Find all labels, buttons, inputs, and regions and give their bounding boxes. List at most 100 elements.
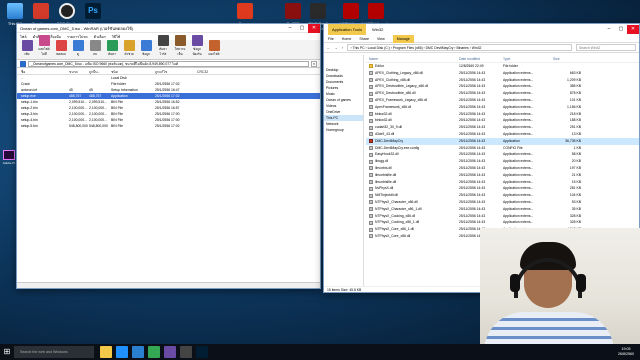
file-date: 25/11/2556 14:43 xyxy=(459,220,486,225)
file-row[interactable]: Editor 12/8/2560 22:49 File folder xyxy=(366,63,639,70)
file-icon xyxy=(369,98,373,103)
file-row[interactable]: binkw32.dll 25/11/2556 14:43 Application e… xyxy=(366,117,639,124)
nav-item[interactable]: Homegroup xyxy=(324,127,363,133)
column-header[interactable]: Date modified xyxy=(459,55,503,63)
ribbon-tab[interactable]: Share xyxy=(359,37,369,41)
file-row[interactable]: NMTinjectdll.dll 25/11/2556 14:43 Applicat… xyxy=(366,192,639,199)
maximize-icon[interactable]: ▢ xyxy=(615,25,627,34)
menu-item[interactable]: รายการโปรด xyxy=(67,34,88,40)
edge-icon[interactable] xyxy=(116,346,128,358)
taskbar-search[interactable]: Search the web and Windows xyxy=(14,346,94,358)
back-arrow-icon[interactable]: ← xyxy=(327,46,330,50)
file-row[interactable]: NTPhysX_Cooking_x86_1.dll 25/11/2556 14:4… xyxy=(366,219,639,226)
file-date: 25/11/2556 14:43 xyxy=(459,91,486,96)
tab-application-tools[interactable]: Application Tools xyxy=(328,24,366,35)
file-row[interactable]: NvPhysX.dll 25/11/2556 14:43 Application e… xyxy=(366,185,639,192)
column-header[interactable]: ชนิด xyxy=(111,69,155,74)
file-row[interactable]: libvorbis.dll 25/11/2556 14:43 Application… xyxy=(366,165,639,172)
column-header[interactable]: Size xyxy=(553,55,583,63)
column-header[interactable]: ถูกแก้ไข xyxy=(155,69,197,74)
up-arrow-icon[interactable]: ↑ xyxy=(342,46,344,50)
file-row[interactable]: APEX_Clothing_x86.dll 25/11/2556 14:43 App… xyxy=(366,77,639,84)
chrome-icon[interactable] xyxy=(148,346,160,358)
file-row[interactable]: libvorbisfile.dll 25/11/2556 14:43 Applica… xyxy=(366,179,639,186)
winrar-path[interactable]: _Oceanofgames.com_DMC_5.iso - แฟ้ม ISO 9… xyxy=(28,60,309,67)
column-header[interactable]: Type xyxy=(503,55,553,63)
toolbar-button[interactable]: ค้นหา xyxy=(105,40,119,57)
toolbar-icon xyxy=(157,35,169,46)
windows-start-icon[interactable]: ⊞ xyxy=(0,344,14,360)
file-type: Application extens... xyxy=(503,131,534,136)
close-icon[interactable]: ✕ xyxy=(627,25,639,34)
column-header[interactable]: ชื่อ xyxy=(21,69,69,74)
toolbar-button[interactable]: ตัวช่วย xyxy=(122,40,136,57)
taskbar-clock[interactable]: 19:05 26/8/2560 xyxy=(618,347,640,357)
obs-icon[interactable] xyxy=(180,346,192,358)
file-row[interactable]: cudart32_30_9.dll 25/11/2556 14:43 Applica… xyxy=(366,124,639,131)
close-icon[interactable]: ✕ xyxy=(308,24,320,33)
forward-arrow-icon[interactable]: → xyxy=(334,46,337,50)
toolbar-button[interactable]: ข้อมูลป้องกัน xyxy=(190,35,204,57)
maximize-icon[interactable]: ▢ xyxy=(296,24,308,33)
toolbar-button[interactable]: ข้อมูล xyxy=(139,40,153,57)
ribbon-tab[interactable]: Home xyxy=(342,37,352,41)
explorer-titlebar[interactable]: Application Tools Win32 – ▢ ✕ xyxy=(324,24,639,35)
file-name: NTPhysX_Cooking_x86_1.dll xyxy=(375,220,420,225)
up-folder-icon[interactable] xyxy=(20,60,26,67)
winrar-icon[interactable] xyxy=(164,346,176,358)
file-date: 25/11/2556 14:43 xyxy=(459,131,486,136)
file-row[interactable]: EasyHook32.dll 25/11/2556 14:43 Applicatio… xyxy=(366,151,639,158)
toolbar-button[interactable]: ทดสอบ xyxy=(54,40,68,57)
file-name: NMTinjectdll.dll xyxy=(375,193,398,198)
ribbon-tab[interactable]: Manage xyxy=(392,34,414,43)
file-row[interactable]: APEX_Destructible_x86.dll 25/11/2556 14:4… xyxy=(366,90,639,97)
menu-item[interactable]: ไฟล์ xyxy=(20,34,27,40)
file-name: APEX_Clothing_Legacy_x86.dll xyxy=(375,70,423,75)
ribbon-tab[interactable]: File xyxy=(328,37,334,41)
file-name: NvPhysX.dll xyxy=(375,186,394,191)
file-row[interactable]: ApexFramework_x86.dll 25/11/2556 14:43 App… xyxy=(366,104,639,111)
winrar-titlebar[interactable]: Ocean of games.com_DMC_5.iso - WinRAR (เ… xyxy=(17,24,320,33)
file-row[interactable]: libogg.dll 25/11/2556 14:43 Application ex… xyxy=(366,158,639,165)
file-row[interactable]: libvorbisfile.dll 25/11/2556 14:43 Applica… xyxy=(366,172,639,179)
toolbar-button[interactable]: ค้นหาไวรัส xyxy=(156,35,170,57)
toolbar-button[interactable]: ลบ xyxy=(88,40,102,57)
search-input[interactable]: Search Win32 xyxy=(576,44,636,51)
file-row[interactable]: NTPhysX_Character_x86_1.dll 25/11/2556 14… xyxy=(366,206,639,213)
menu-item[interactable]: ตัวเลือก xyxy=(94,34,106,40)
toolbar-button[interactable]: แตกไฟล์ไปที่ xyxy=(37,35,51,57)
file-explorer-icon[interactable] xyxy=(100,346,112,358)
file-row[interactable]: NTPhysX_Cooking_x86.dll 25/11/2556 14:43 A… xyxy=(366,213,639,220)
column-header[interactable]: ถูกบีบ... xyxy=(89,69,111,74)
file-icon xyxy=(369,71,373,76)
toolbar-button[interactable]: แยกไฟล์ xyxy=(207,40,221,57)
column-header[interactable]: Name xyxy=(369,55,459,63)
file-row[interactable]: NTPhysX_Character_x86.dll 25/11/2556 14:4… xyxy=(366,199,639,206)
file-row[interactable]: DMC-DevilMayCry.exe.config 25/11/2556 14:… xyxy=(366,145,639,152)
column-header[interactable]: ขนาด xyxy=(69,69,89,74)
file-row[interactable]: APEX_Framework_Legacy_x86.dll 25/11/2556 … xyxy=(366,97,639,104)
minimize-icon[interactable]: – xyxy=(284,24,296,33)
store-icon[interactable] xyxy=(132,346,144,358)
file-row[interactable]: DMC-DevilMayCry 25/11/2556 14:43 Applicati… xyxy=(366,137,639,145)
file-row[interactable]: APEX_Destructible_Legacy_x86.dll 25/11/25… xyxy=(366,83,639,90)
toolbar-button[interactable]: ใส่ความเห็น xyxy=(173,35,187,57)
file-date: 25/11/2556 14:43 xyxy=(459,152,486,157)
toolbar-button[interactable]: ดู xyxy=(71,40,85,57)
file-row[interactable]: binkw32.dll 25/11/2556 14:43 Application e… xyxy=(366,111,639,118)
ribbon-tab[interactable]: View xyxy=(377,37,385,41)
column-header[interactable]: CRC32 xyxy=(197,69,217,74)
breadcrumb[interactable]: › This PC › Local Disk (C:) › Program Fi… xyxy=(347,44,572,51)
winrar-window: Ocean of games.com_DMC_5.iso - WinRAR (เ… xyxy=(16,23,321,289)
toolbar-button[interactable]: เพิ่ม xyxy=(20,40,34,57)
file-row[interactable]: d3dx9_43.dll 25/11/2556 14:43 Application … xyxy=(366,131,639,138)
minimize-icon[interactable]: – xyxy=(603,25,615,34)
photoshop-icon[interactable] xyxy=(196,346,208,358)
file-row[interactable]: APEX_Clothing_Legacy_x86.dll 25/11/2556 1… xyxy=(366,70,639,77)
file-name-cell: binkw32.dll xyxy=(369,111,459,118)
menu-item[interactable]: วิธีใช้ xyxy=(112,34,120,40)
chevron-down-icon[interactable]: ▾ xyxy=(311,60,317,67)
folder-icon xyxy=(369,64,373,69)
desktop-icon[interactable]: Adobe Pr xyxy=(2,150,16,165)
table-row[interactable]: setup-5.bin 548,800,000 548,800,000 BIN Fil… xyxy=(17,123,320,129)
